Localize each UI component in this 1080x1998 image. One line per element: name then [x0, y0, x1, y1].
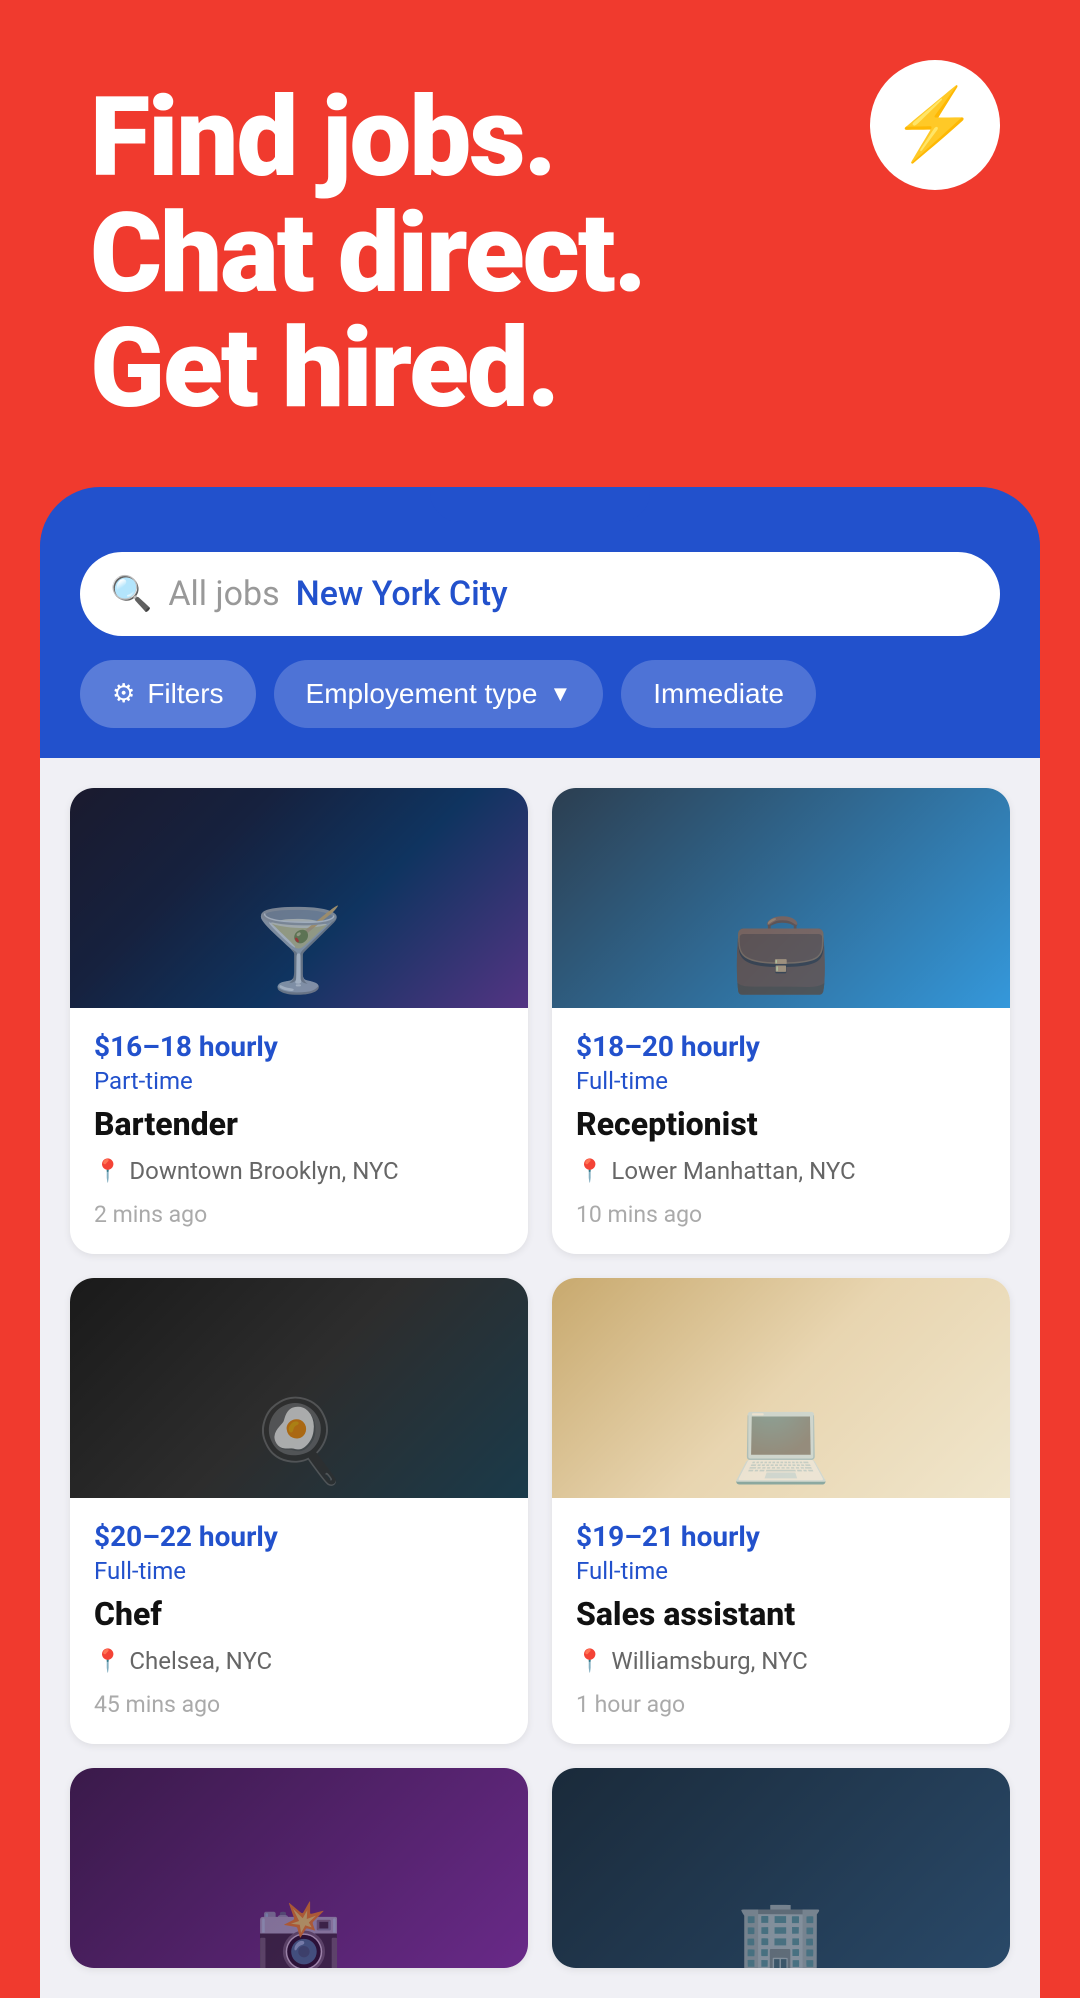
job-title: Chef — [94, 1595, 504, 1633]
job-location-text: Downtown Brooklyn, NYC — [129, 1157, 398, 1185]
job-location-text: Chelsea, NYC — [129, 1647, 272, 1675]
job-image-receptionist — [552, 788, 1010, 1008]
job-image-sales — [552, 1278, 1010, 1498]
filters-button[interactable]: ⚙ Filters — [80, 660, 256, 728]
job-image-partial1 — [70, 1768, 528, 1968]
search-bar[interactable]: 🔍 All jobs New York City — [80, 552, 1000, 636]
job-image-partial2 — [552, 1768, 1010, 1968]
jobs-grid-bottom — [70, 1768, 1010, 1968]
job-card-partial[interactable] — [552, 1768, 1010, 1968]
location-pin-icon: 📍 — [94, 1159, 121, 1184]
jobs-container: $16–18 hourly Part-time Bartender 📍 Down… — [40, 758, 1040, 1998]
job-location: 📍 Williamsburg, NYC — [576, 1647, 986, 1675]
job-card-body: $16–18 hourly Part-time Bartender 📍 Down… — [70, 1008, 528, 1254]
hero-title-line2: Chat direct. — [90, 196, 990, 312]
lightning-badge: ⚡ — [870, 60, 1000, 190]
hero-title: Find jobs. Chat direct. Get hired. — [90, 80, 990, 427]
job-time: 2 mins ago — [94, 1201, 504, 1228]
job-rate: $16–18 hourly — [94, 1030, 504, 1063]
jobs-grid: $16–18 hourly Part-time Bartender 📍 Down… — [70, 788, 1010, 1744]
employment-type-label: Employement type — [306, 678, 538, 710]
job-card[interactable]: $20–22 hourly Full-time Chef 📍 Chelsea, … — [70, 1278, 528, 1744]
job-location: 📍 Chelsea, NYC — [94, 1647, 504, 1675]
job-type: Full-time — [576, 1067, 986, 1095]
job-card[interactable]: $19–21 hourly Full-time Sales assistant … — [552, 1278, 1010, 1744]
job-type: Full-time — [576, 1557, 986, 1585]
hero-title-line1: Find jobs. — [90, 80, 990, 196]
job-rate: $19–21 hourly — [576, 1520, 986, 1553]
job-location-text: Williamsburg, NYC — [611, 1647, 807, 1675]
job-type: Full-time — [94, 1557, 504, 1585]
job-rate: $18–20 hourly — [576, 1030, 986, 1063]
job-image-chef — [70, 1278, 528, 1498]
location-pin-icon: 📍 — [576, 1649, 603, 1674]
immediate-button[interactable]: Immediate — [621, 660, 816, 728]
job-location: 📍 Downtown Brooklyn, NYC — [94, 1157, 504, 1185]
job-location-text: Lower Manhattan, NYC — [611, 1157, 855, 1185]
sliders-icon: ⚙ — [112, 678, 135, 709]
lightning-icon: ⚡ — [891, 90, 978, 160]
search-location-label: New York City — [296, 574, 508, 614]
job-card-body: $18–20 hourly Full-time Receptionist 📍 L… — [552, 1008, 1010, 1254]
location-pin-icon: 📍 — [576, 1159, 603, 1184]
job-time: 45 mins ago — [94, 1691, 504, 1718]
hero-section: Find jobs. Chat direct. Get hired. ⚡ — [0, 0, 1080, 487]
location-pin-icon: 📍 — [94, 1649, 121, 1674]
job-location: 📍 Lower Manhattan, NYC — [576, 1157, 986, 1185]
phone-header: 🔍 All jobs New York City ⚙ Filters Emplo… — [40, 522, 1040, 758]
job-image-bartender — [70, 788, 528, 1008]
job-card[interactable]: $16–18 hourly Part-time Bartender 📍 Down… — [70, 788, 528, 1254]
job-card-body: $19–21 hourly Full-time Sales assistant … — [552, 1498, 1010, 1744]
job-card-partial[interactable] — [70, 1768, 528, 1968]
job-rate: $20–22 hourly — [94, 1520, 504, 1553]
filters-label: Filters — [147, 678, 223, 710]
job-title: Bartender — [94, 1105, 504, 1143]
chevron-down-icon: ▼ — [549, 681, 571, 707]
filter-row: ⚙ Filters Employement type ▼ Immediate — [80, 660, 1000, 728]
job-card-body: $20–22 hourly Full-time Chef 📍 Chelsea, … — [70, 1498, 528, 1744]
job-title: Sales assistant — [576, 1595, 986, 1633]
search-icon: 🔍 — [110, 574, 152, 614]
job-time: 10 mins ago — [576, 1201, 986, 1228]
employment-type-button[interactable]: Employement type ▼ — [274, 660, 604, 728]
immediate-label: Immediate — [653, 678, 784, 710]
job-time: 1 hour ago — [576, 1691, 986, 1718]
phone-mockup: 🔍 All jobs New York City ⚙ Filters Emplo… — [40, 487, 1040, 1998]
notch — [430, 487, 650, 522]
search-all-jobs-label: All jobs — [168, 574, 279, 614]
job-title: Receptionist — [576, 1105, 986, 1143]
job-card[interactable]: $18–20 hourly Full-time Receptionist 📍 L… — [552, 788, 1010, 1254]
hero-title-line3: Get hired. — [90, 311, 990, 427]
job-type: Part-time — [94, 1067, 504, 1095]
